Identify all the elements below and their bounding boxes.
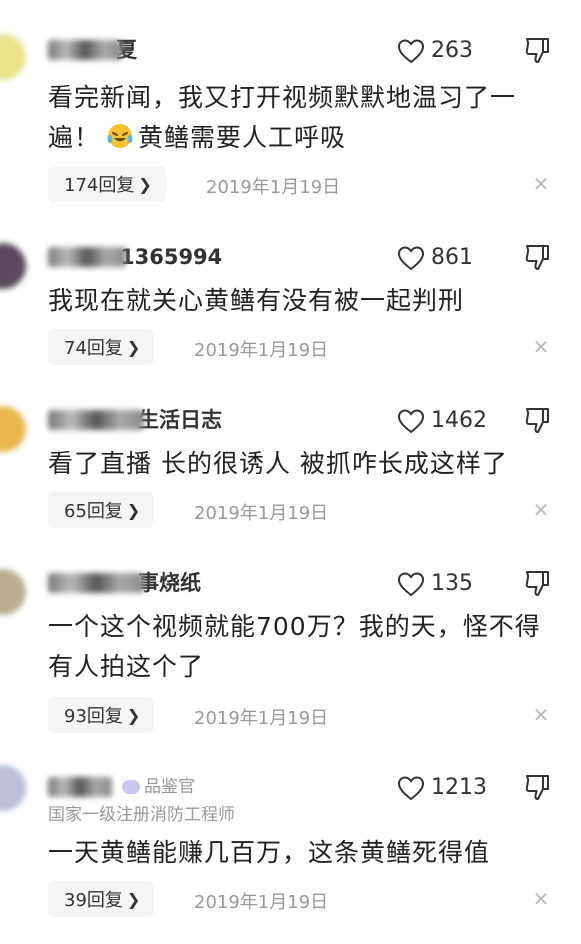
thumbs-down-icon[interactable] — [524, 243, 550, 271]
comment-date: 2019年1月19日 — [194, 340, 329, 361]
avatar[interactable] — [0, 765, 26, 811]
like-button[interactable]: 135 — [397, 569, 473, 599]
username[interactable]: 事烧纸 — [48, 569, 201, 597]
laughing-crying-emoji-icon — [107, 124, 133, 148]
replies-button[interactable]: 65回复 ❯ — [48, 492, 155, 528]
username-visible: 事烧纸 — [138, 571, 201, 595]
user-badge: 品鉴官 — [122, 773, 195, 801]
chevron-right-icon: ❯ — [126, 889, 141, 909]
comment-item: 事烧纸 135 一个这个视频就能700万？我的天，怪不得有人拍这个了 93回复 … — [0, 569, 581, 739]
like-button[interactable]: 1462 — [397, 406, 487, 436]
comment-text: 看了直播 长的很诱人 被抓咋长成这样了 — [48, 449, 508, 478]
username[interactable]: 夏 — [48, 36, 137, 64]
close-icon[interactable]: ✕ — [531, 172, 551, 196]
like-button[interactable]: 1213 — [397, 773, 487, 803]
reply-count: 174回复 — [64, 175, 135, 196]
close-icon[interactable]: ✕ — [531, 703, 551, 727]
user-title: 国家一级注册消防工程师 — [48, 805, 235, 825]
replies-button[interactable]: 174回复 ❯ — [48, 166, 166, 202]
like-count: 1462 — [431, 408, 487, 433]
thumbs-down-icon[interactable] — [524, 773, 550, 801]
replies-button[interactable]: 39回复 ❯ — [48, 881, 155, 917]
thumbs-down-icon[interactable] — [524, 406, 550, 434]
comment-date: 2019年1月19日 — [206, 177, 341, 198]
comment-text: 一天黄鳝能赚几百万，这条黄鳝死得值 — [48, 838, 491, 867]
chevron-right-icon: ❯ — [126, 337, 141, 357]
thumbs-down-icon[interactable] — [524, 36, 550, 64]
thumbs-down-icon[interactable] — [524, 569, 550, 597]
comment-date: 2019年1月19日 — [194, 892, 329, 913]
comment-item: 生活日志 1462 看了直播 长的很诱人 被抓咋长成这样了 65回复 ❯ 201… — [0, 406, 581, 536]
username[interactable]: 生活日志 — [48, 406, 222, 434]
close-icon[interactable]: ✕ — [531, 335, 551, 359]
comment-item: 夏 263 看完新闻，我又打开视频默默地温习了一遍！ 黄鳝需要人工呼吸 174回复… — [0, 34, 581, 206]
reply-count: 39回复 — [64, 890, 123, 911]
avatar[interactable] — [0, 569, 26, 615]
heart-outline-icon — [397, 572, 425, 597]
like-count: 263 — [431, 38, 473, 63]
heart-outline-icon — [397, 776, 425, 801]
comment-date: 2019年1月19日 — [194, 503, 329, 524]
close-icon[interactable]: ✕ — [531, 887, 551, 911]
replies-button[interactable]: 93回复 ❯ — [48, 697, 155, 733]
username[interactable]: 1365994 — [48, 243, 222, 271]
username-visible: 1365994 — [120, 245, 223, 269]
reply-count: 74回复 — [64, 338, 123, 359]
comment-text: 我现在就关心黄鳝有没有被一起判刑 — [48, 286, 465, 315]
username-visible: 生活日志 — [138, 408, 222, 432]
close-icon[interactable]: ✕ — [531, 498, 551, 522]
chevron-right-icon: ❯ — [126, 705, 141, 725]
username[interactable]: 品鉴官 — [48, 773, 195, 801]
comment-text: 看完新闻，我又打开视频默默地温习了一遍！ 黄鳝需要人工呼吸 — [48, 83, 517, 152]
like-count: 861 — [431, 245, 473, 270]
like-count: 1213 — [431, 775, 487, 800]
reply-count: 93回复 — [64, 706, 123, 727]
avatar[interactable] — [0, 406, 26, 452]
reply-count: 65回复 — [64, 501, 123, 522]
heart-outline-icon — [397, 409, 425, 434]
avatar[interactable] — [0, 34, 26, 80]
chevron-right-icon: ❯ — [138, 174, 152, 194]
like-button[interactable]: 263 — [397, 36, 473, 66]
badge-icon — [122, 780, 140, 794]
replies-button[interactable]: 74回复 ❯ — [48, 329, 155, 365]
comment-item: 1365994 861 我现在就关心黄鳝有没有被一起判刑 74回复 ❯ 2019… — [0, 243, 581, 373]
heart-outline-icon — [397, 39, 425, 64]
avatar[interactable] — [0, 243, 26, 289]
heart-outline-icon — [397, 246, 425, 271]
chevron-right-icon: ❯ — [126, 500, 141, 520]
like-count: 135 — [431, 571, 473, 596]
comment-item: 品鉴官 国家一级注册消防工程师 1213 一天黄鳝能赚几百万，这条黄鳝死得值 3… — [0, 765, 581, 944]
comment-text: 一个这个视频就能700万？我的天，怪不得有人拍这个了 — [48, 612, 541, 681]
like-button[interactable]: 861 — [397, 243, 473, 273]
comment-date: 2019年1月19日 — [194, 708, 329, 729]
